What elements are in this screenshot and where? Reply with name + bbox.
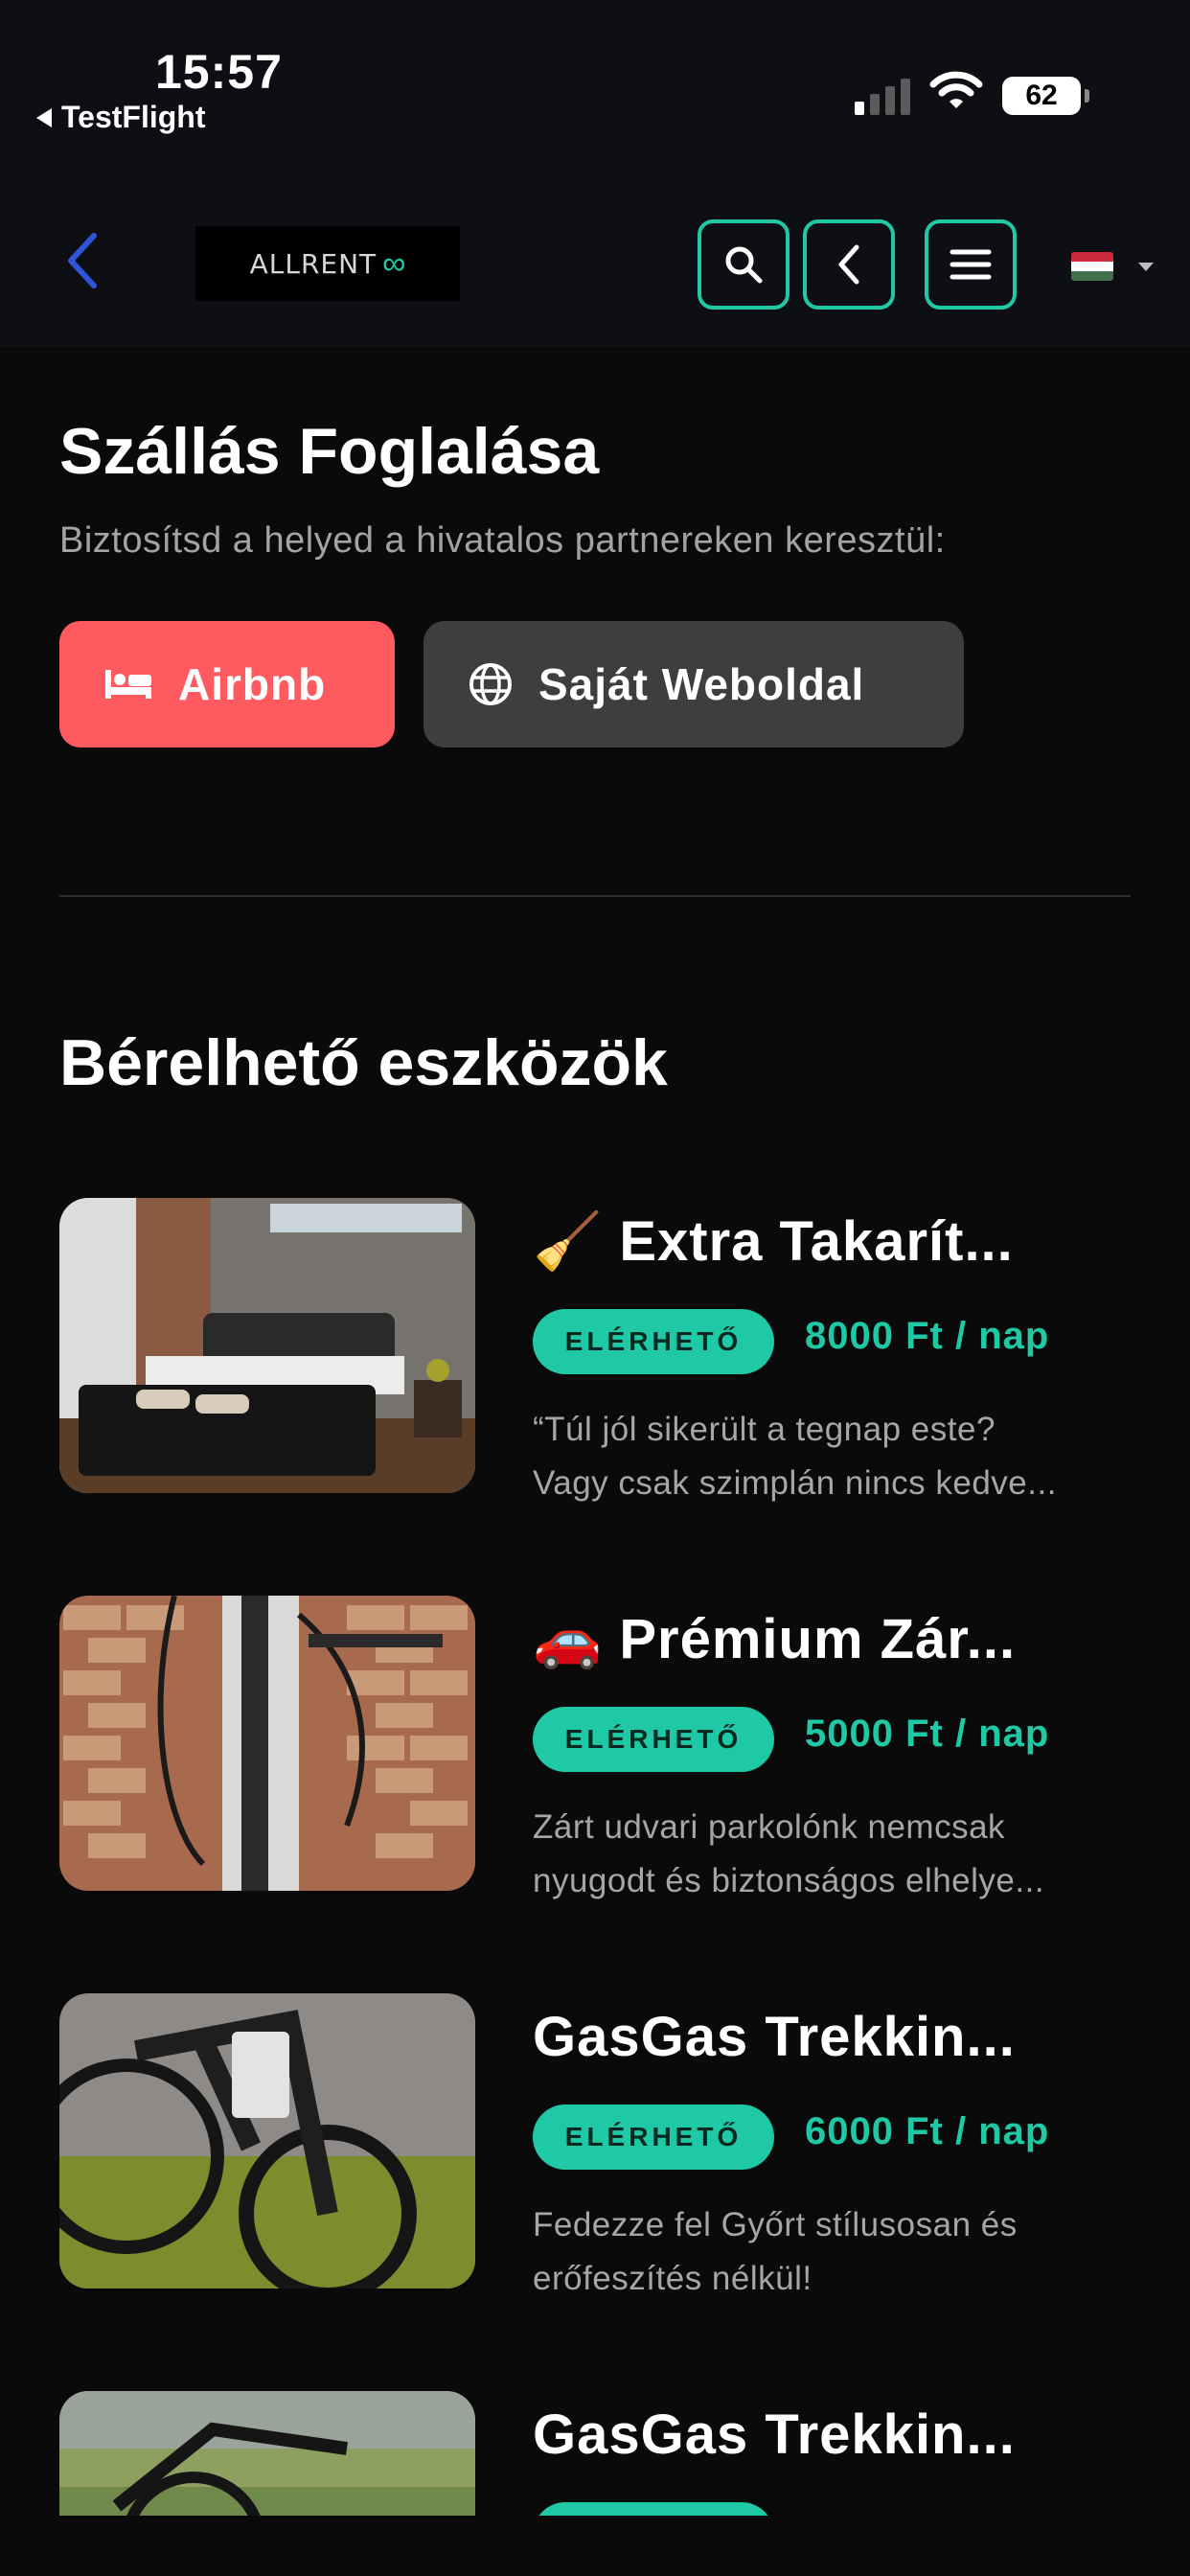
rental-card-cleaning[interactable]: 🧹 Extra Takarít... ELÉRHETŐ 8000 Ft / na… <box>59 1198 1131 1502</box>
rental-thumbnail[interactable] <box>59 1198 475 1493</box>
broom-icon: 🧹 <box>533 1210 604 1273</box>
rental-price: 5000 Ft / nap <box>805 1713 1050 1755</box>
back-to-app-link[interactable]: TestFlight <box>36 100 206 135</box>
rental-description-line: Fedezze fel Győrt stílusosan és <box>533 2206 1018 2243</box>
rental-title[interactable]: GasGas Trekkin... <box>533 2005 1146 2069</box>
rental-title[interactable]: GasGas Trekkin... <box>533 2403 1131 2467</box>
status-badge: ELÉRHETŐ <box>533 1707 774 1772</box>
cellular-signal-icon <box>855 75 910 115</box>
rental-description: “Túl jól sikerült a tegnap este? Vagy cs… <box>533 1403 1136 1510</box>
status-badge: ELÉRHETŐ <box>533 2104 774 2170</box>
status-time: 15:57 <box>155 45 283 99</box>
language-dropdown-caret-icon[interactable] <box>1138 263 1154 271</box>
brand-logo[interactable]: ALLRENT ∞ <box>195 226 460 301</box>
airbnb-label: Airbnb <box>178 659 327 709</box>
booking-title: Szállás Foglalása <box>59 415 600 488</box>
rental-card-bike[interactable]: GasGas Trekkin... ELÉRHETŐ 6000 Ft / nap… <box>59 1993 1131 2297</box>
rental-title[interactable]: 🧹 Extra Takarít... <box>533 1209 1146 1275</box>
status-badge <box>533 2502 774 2516</box>
logo-infinity: ∞ <box>382 244 406 282</box>
hamburger-menu-icon <box>950 249 992 280</box>
charger-wall-photo <box>59 1596 475 1891</box>
hungarian-flag-icon[interactable] <box>1071 252 1113 281</box>
rental-card-bike-2[interactable]: GasGas Trekkin... <box>59 2391 1131 2516</box>
rental-description-line: Vagy csak szimplán nincs kedve... <box>533 1464 1057 1502</box>
rental-thumbnail[interactable] <box>59 1993 475 2288</box>
rental-description: Zárt udvari parkolónk nemcsak nyugodt és… <box>533 1801 1136 1908</box>
ebike-garden-photo <box>59 2391 475 2516</box>
logo-text: ALLRENT <box>249 247 378 280</box>
rental-description: Fedezze fel Győrt stílusosan és erőfeszí… <box>533 2198 1136 2306</box>
globe-icon <box>469 663 512 705</box>
search-button[interactable] <box>698 219 790 310</box>
airbnb-button[interactable]: Airbnb <box>59 621 395 748</box>
back-arrow-icon <box>36 107 52 127</box>
back-app-label: TestFlight <box>61 100 206 134</box>
rental-price: 8000 Ft / nap <box>805 1315 1050 1357</box>
rental-title-text: GasGas Trekkin... <box>533 2404 1016 2466</box>
rental-description-line: erőfeszítés nélkül! <box>533 2260 812 2297</box>
status-badge: ELÉRHETŐ <box>533 1309 774 1374</box>
rental-description-line: Zárt udvari parkolónk nemcsak <box>533 1808 1006 1846</box>
rental-title-text: Prémium Zár... <box>619 1608 1017 1670</box>
bed-icon <box>105 670 151 699</box>
rental-thumbnail[interactable] <box>59 1596 475 1891</box>
rental-title-text: Extra Takarít... <box>619 1210 1014 1273</box>
rentals-title: Bérelhető eszközök <box>59 1026 668 1099</box>
rental-title-text: GasGas Trekkin... <box>533 2006 1016 2068</box>
ebike-photo <box>59 1993 475 2288</box>
chevron-left-icon <box>838 244 859 285</box>
rental-thumbnail[interactable] <box>59 2391 475 2516</box>
battery-icon: 62 <box>1002 77 1089 115</box>
section-divider <box>59 895 1131 897</box>
menu-button[interactable] <box>925 219 1017 310</box>
wifi-icon <box>929 71 983 108</box>
booking-subtitle: Biztosítsd a helyed a hivatalos partnere… <box>59 520 946 561</box>
nav-back-icon[interactable] <box>63 230 102 291</box>
own-website-label: Saját Weboldal <box>538 659 865 709</box>
search-icon <box>725 246 763 284</box>
rental-card-parking[interactable]: 🚗 Prémium Zár... ELÉRHETŐ 5000 Ft / nap … <box>59 1596 1131 1899</box>
own-website-button[interactable]: Saját Weboldal <box>423 621 964 748</box>
car-icon: 🚗 <box>533 1608 604 1670</box>
rental-price: 6000 Ft / nap <box>805 2110 1050 2152</box>
bedroom-photo <box>59 1198 475 1493</box>
prev-button[interactable] <box>803 219 895 310</box>
top-bar: 15:57 TestFlight 62 ALLRENT ∞ <box>0 0 1190 347</box>
rental-description-line: “Túl jól sikerült a tegnap este? <box>533 1411 995 1448</box>
rental-description-line: nyugodt és biztonságos elhelye... <box>533 1862 1045 1899</box>
rental-title[interactable]: 🚗 Prémium Zár... <box>533 1607 1146 1672</box>
